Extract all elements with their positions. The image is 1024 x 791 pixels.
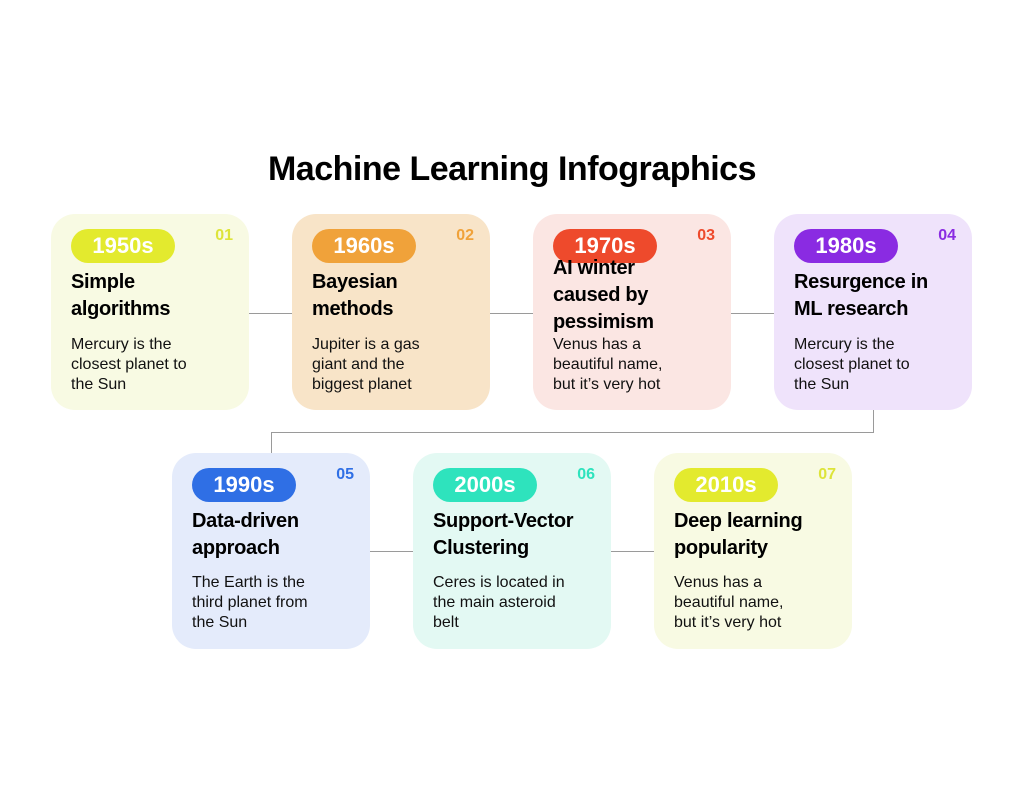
step-number: 03 — [697, 227, 715, 244]
timeline-card-2000s: 2000s 06 Support-Vector Clustering Ceres… — [413, 453, 611, 649]
step-number: 07 — [818, 466, 836, 483]
timeline-card-2010s: 2010s 07 Deep learning popularity Venus … — [654, 453, 852, 649]
card-title: Support-Vector Clustering — [433, 510, 574, 559]
decade-badge: 1960s — [312, 229, 416, 263]
card-title: Bayesian methods — [312, 271, 398, 320]
card-description: Mercury is the closest planet to the Sun — [71, 336, 187, 393]
connector-line — [369, 551, 414, 552]
timeline-card-1980s: 1980s 04 Resurgence in ML research Mercu… — [774, 214, 972, 410]
step-number: 04 — [938, 227, 956, 244]
decade-badge: 1980s — [794, 229, 898, 263]
card-description: The Earth is the third planet from the S… — [192, 574, 308, 631]
connector-line — [731, 313, 776, 314]
connector-line — [610, 551, 655, 552]
connector-line — [271, 432, 272, 454]
step-number: 01 — [215, 227, 233, 244]
connector-line — [873, 410, 874, 433]
card-title: Data-driven approach — [192, 510, 299, 559]
card-description: Mercury is the closest planet to the Sun — [794, 336, 910, 393]
card-title: Deep learning popularity — [674, 510, 803, 559]
connector-line — [248, 313, 293, 314]
card-description: Venus has a beautiful name, but it’s ver… — [674, 574, 784, 631]
step-number: 02 — [456, 227, 474, 244]
card-title: Simple algorithms — [71, 271, 171, 320]
decade-badge: 2000s — [433, 468, 537, 502]
step-number: 05 — [336, 466, 354, 483]
timeline-card-1960s: 1960s 02 Bayesian methods Jupiter is a g… — [292, 214, 490, 410]
step-number: 06 — [577, 466, 595, 483]
decade-badge: 1950s — [71, 229, 175, 263]
connector-line — [271, 432, 874, 433]
decade-badge: 2010s — [674, 468, 778, 502]
card-description: Ceres is located in the main asteroid be… — [433, 574, 565, 631]
card-description: Venus has a beautiful name, but it’s ver… — [553, 336, 663, 393]
card-title: AI winter caused by pessimism — [553, 257, 654, 333]
timeline-card-1950s: 1950s 01 Simple algorithms Mercury is th… — [51, 214, 249, 410]
decade-badge: 1990s — [192, 468, 296, 502]
connector-line — [490, 313, 535, 314]
page-title: Machine Learning Infographics — [267, 150, 757, 188]
card-title: Resurgence in ML research — [794, 271, 928, 320]
timeline-card-1970s: 1970s 03 AI winter caused by pessimism V… — [533, 214, 731, 410]
card-description: Jupiter is a gas giant and the biggest p… — [312, 336, 420, 393]
timeline-card-1990s: 1990s 05 Data-driven approach The Earth … — [172, 453, 370, 649]
